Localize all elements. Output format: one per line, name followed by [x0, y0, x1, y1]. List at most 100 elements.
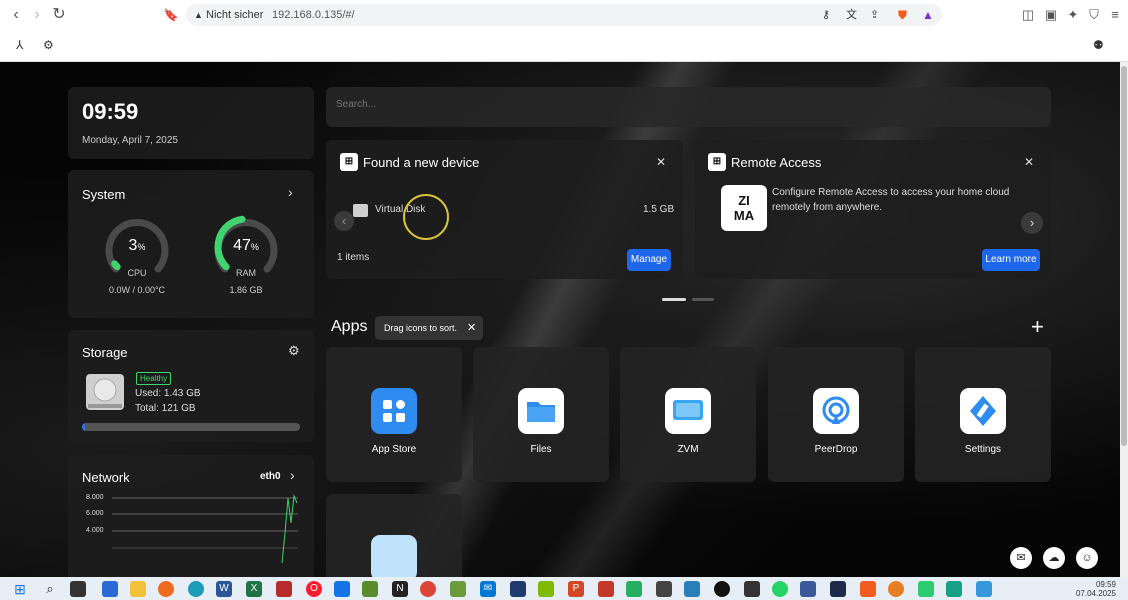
system-widget[interactable]: System › 3% CPU 0.0W / 0.00°C 47% RAM 1.… — [68, 170, 314, 318]
app-icon[interactable] — [800, 581, 816, 597]
app-icon[interactable] — [946, 581, 962, 597]
storage-widget[interactable]: Storage ⚙ Healthy Used: 1.43 GB Total: 1… — [68, 330, 314, 442]
disk-icon — [353, 204, 368, 217]
windows-start-icon[interactable]: ⊞ — [12, 581, 28, 597]
brave-shield-icon[interactable]: ⛊ — [898, 4, 907, 26]
app-tile-settings[interactable]: Settings — [915, 347, 1051, 482]
task-view-icon[interactable] — [70, 581, 86, 597]
storage-bar-fill — [82, 423, 85, 431]
manage-button[interactable]: Manage — [627, 249, 671, 271]
app-icon[interactable] — [656, 581, 672, 597]
search-icon[interactable]: ⌕ — [42, 581, 58, 597]
user-icon[interactable]: ⅄ — [16, 38, 23, 52]
whatsapp-icon[interactable] — [772, 581, 788, 597]
bookmark-icon[interactable]: 🔖 — [161, 5, 181, 25]
app-icon[interactable] — [830, 581, 846, 597]
remote-card-title: Remote Access — [731, 155, 822, 170]
powerpoint-icon[interactable]: P — [568, 581, 584, 597]
key-icon[interactable]: ⚷ — [822, 4, 830, 26]
back-icon[interactable]: ‹ — [6, 5, 26, 25]
app-icon[interactable] — [362, 581, 378, 597]
security-label: Nicht sicher — [206, 9, 264, 21]
app-tile-zvm[interactable]: ZVM — [620, 347, 756, 482]
file-explorer-icon[interactable] — [130, 581, 146, 597]
storage-title: Storage — [82, 345, 128, 360]
sidebar-icon[interactable]: ◫ — [1019, 6, 1037, 24]
wallet-icon[interactable]: ▣ — [1042, 6, 1060, 24]
excel-icon[interactable]: X — [246, 581, 262, 597]
share-icon[interactable]: ⇪ — [870, 4, 879, 26]
chrome-icon[interactable] — [420, 581, 436, 597]
chat-icon[interactable]: ☁ — [1043, 547, 1065, 569]
app-icon[interactable] — [626, 581, 642, 597]
mail-app-icon[interactable]: ✉ — [480, 581, 496, 597]
taskbar-clock[interactable]: 09:59 07.04.2025 — [1072, 580, 1116, 598]
close-icon[interactable]: ✕ — [656, 155, 666, 169]
app-icon[interactable] — [538, 581, 554, 597]
app-icon[interactable] — [450, 581, 466, 597]
search-bar[interactable] — [326, 87, 1051, 127]
remote-access-card: ⊞ Remote Access ✕ ZI MA Configure Remote… — [695, 140, 1051, 279]
app-icon[interactable] — [276, 581, 292, 597]
address-bar[interactable]: ▲ Nicht sicher 192.168.0.135/#/ ⚷ 文 ⇪ ⛊ … — [186, 4, 942, 26]
app-icon[interactable] — [976, 581, 992, 597]
app-icon[interactable] — [334, 581, 350, 597]
scrollbar[interactable] — [1120, 62, 1128, 577]
app-icon[interactable] — [918, 581, 934, 597]
leo-icon[interactable]: ✦ — [1064, 6, 1082, 24]
tick-label: 8.000 — [86, 494, 104, 501]
edge-icon[interactable] — [188, 581, 204, 597]
app-icon[interactable] — [744, 581, 760, 597]
hard-drive-icon — [86, 374, 124, 410]
learn-more-button[interactable]: Learn more — [982, 249, 1040, 271]
zvm-icon — [665, 388, 711, 434]
brave-icon[interactable] — [860, 581, 876, 597]
close-icon[interactable]: ✕ — [1024, 155, 1034, 169]
brave-rewards-icon[interactable]: ▲ — [922, 4, 934, 26]
chevron-right-icon[interactable]: › — [288, 184, 293, 200]
app-tile-partial[interactable] — [326, 494, 462, 577]
chatgpt-icon[interactable] — [714, 581, 730, 597]
scrollbar-thumb[interactable] — [1121, 66, 1127, 446]
opera-icon[interactable]: O — [306, 581, 322, 597]
account-icon[interactable]: ⚉ — [1093, 38, 1104, 52]
app-icon[interactable] — [102, 581, 118, 597]
app-tile-peerdrop[interactable]: PeerDrop — [768, 347, 904, 482]
vpn-icon[interactable]: ⛉ — [1085, 6, 1103, 24]
gear-icon[interactable]: ⚙ — [288, 343, 300, 359]
interface-label: eth0 — [260, 471, 281, 482]
taskbar-date: 07.04.2025 — [1075, 589, 1116, 598]
reload-icon[interactable]: ↻ — [49, 5, 69, 25]
url-text: 192.168.0.135/#/ — [272, 9, 355, 21]
add-app-icon[interactable]: + — [1031, 314, 1044, 340]
app-name: Files — [530, 444, 552, 455]
app-icon[interactable] — [888, 581, 904, 597]
app-tile-app-store[interactable]: App Store — [326, 347, 462, 482]
app-icon[interactable] — [684, 581, 700, 597]
chevron-right-icon[interactable]: › — [1021, 212, 1043, 234]
app-icon[interactable] — [598, 581, 614, 597]
close-icon[interactable]: ✕ — [467, 316, 476, 340]
network-widget[interactable]: Network eth0 › 8.000 6.000 4.000 — [68, 455, 314, 577]
taskbar: ⊞ ⌕ W X O N ✉ P 09:59 07.04.2025 — [0, 577, 1128, 600]
search-input[interactable] — [336, 99, 936, 110]
gear-icon[interactable]: ⚙ — [43, 38, 54, 52]
forward-icon[interactable]: › — [27, 5, 47, 25]
mail-icon[interactable]: ✉ — [1010, 547, 1032, 569]
cpu-label: CPU — [127, 268, 147, 278]
device-card-title: Found a new device — [363, 155, 480, 170]
app-tile-files[interactable]: Files — [473, 347, 609, 482]
menu-icon[interactable]: ≡ — [1106, 6, 1124, 24]
translate-icon[interactable]: 文 — [846, 4, 857, 26]
firefox-icon[interactable] — [158, 581, 174, 597]
support-icon[interactable]: ☺ — [1076, 547, 1098, 569]
zima-icon: ⊞ — [708, 153, 726, 171]
chevron-left-icon[interactable]: ‹ — [334, 211, 354, 231]
carousel-dot-active[interactable] — [662, 298, 686, 301]
chevron-right-icon[interactable]: › — [290, 467, 295, 483]
notion-icon[interactable]: N — [392, 581, 408, 597]
word-icon[interactable]: W — [216, 581, 232, 597]
carousel-dot[interactable] — [692, 298, 714, 301]
app-icon[interactable] — [510, 581, 526, 597]
warning-icon: ▲ — [194, 10, 203, 20]
